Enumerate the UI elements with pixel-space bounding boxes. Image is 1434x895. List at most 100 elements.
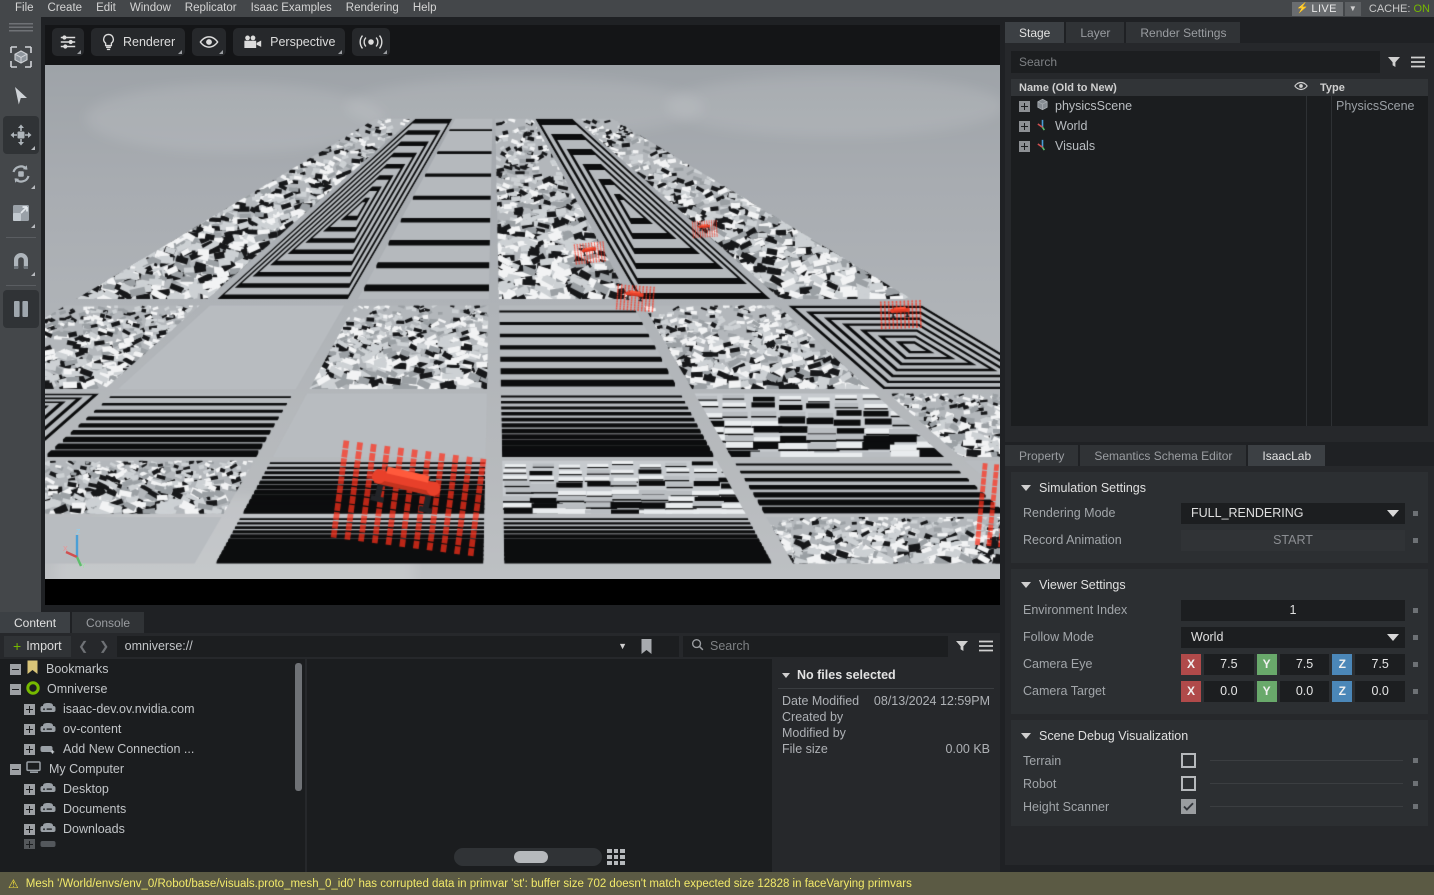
viewport-3d[interactable]: Z X Y Renderer Perspective	[45, 25, 1000, 605]
play-pause-tool[interactable]	[2, 290, 39, 328]
stage-search-input[interactable]: Search	[1011, 50, 1380, 73]
expand-icon[interactable]	[24, 839, 35, 849]
tree-item-documents[interactable]: Documents	[0, 799, 305, 819]
file-info-header[interactable]: No files selected	[778, 665, 994, 689]
stage-row-physicsscene[interactable]: physicsScene PhysicsScene	[1011, 96, 1428, 116]
menu-item-edit[interactable]: Edit	[89, 0, 123, 17]
live-dropdown-button[interactable]: ▼	[1344, 1, 1361, 16]
collapse-icon[interactable]	[10, 663, 21, 675]
visibility-button[interactable]	[192, 28, 227, 56]
height-scanner-checkbox[interactable]	[1181, 799, 1196, 814]
camera-eye-z-input[interactable]: 7.5	[1355, 653, 1406, 675]
row-menu-dot[interactable]	[1413, 781, 1418, 786]
grid-view-icon[interactable]	[607, 849, 625, 865]
collapse-icon[interactable]	[10, 763, 21, 775]
tab-property[interactable]: Property	[1005, 445, 1079, 466]
tree-item-ov-content[interactable]: ov-content	[0, 719, 305, 739]
tree-item-isaac-dev[interactable]: isaac-dev.ov.nvidia.com	[0, 699, 305, 719]
renderer-button[interactable]: Renderer	[91, 28, 186, 56]
record-animation-start-button[interactable]: START	[1181, 529, 1405, 551]
expand-icon[interactable]	[1019, 100, 1030, 112]
sensor-button[interactable]	[352, 28, 391, 56]
viewport-settings-button[interactable]	[52, 28, 84, 56]
content-search-input[interactable]: Search	[683, 635, 948, 657]
tree-item-add-new-connection[interactable]: Add New Connection ...	[0, 739, 305, 759]
pointer-tool[interactable]	[3, 77, 39, 115]
scale-tool[interactable]	[3, 194, 39, 232]
expand-icon[interactable]	[24, 783, 35, 795]
tab-semantics-schema-editor[interactable]: Semantics Schema Editor	[1080, 445, 1247, 466]
row-menu-dot[interactable]	[1413, 607, 1418, 613]
tree-item-my-computer[interactable]: My Computer	[0, 759, 305, 779]
row-menu-dot[interactable]	[1413, 758, 1418, 763]
stage-row-world[interactable]: World	[1011, 116, 1428, 136]
select-bounds-tool[interactable]	[3, 38, 39, 76]
follow-mode-dropdown[interactable]: World	[1181, 626, 1405, 648]
row-menu-dot[interactable]	[1413, 634, 1418, 640]
thumbnail-size-slider[interactable]	[454, 848, 602, 866]
tree-item-bookmarks[interactable]: Bookmarks	[0, 659, 305, 679]
expand-icon[interactable]	[1019, 120, 1030, 132]
content-tree[interactable]: Bookmarks Omniverse isaac-dev.ov.nvidia.…	[0, 659, 305, 872]
expand-icon[interactable]	[24, 723, 35, 735]
tree-item-partial[interactable]	[0, 839, 305, 849]
section-header[interactable]: Scene Debug Visualization	[1011, 726, 1428, 749]
section-header[interactable]: Simulation Settings	[1011, 478, 1428, 501]
robot-checkbox[interactable]	[1181, 776, 1196, 791]
snap-tool[interactable]	[3, 242, 39, 280]
terrain-checkbox[interactable]	[1181, 753, 1196, 768]
menu-item-isaac-examples[interactable]: Isaac Examples	[244, 0, 339, 17]
camera-eye-x-input[interactable]: 7.5	[1204, 653, 1254, 675]
tab-console[interactable]: Console	[72, 612, 145, 633]
rotate-tool[interactable]	[3, 155, 39, 193]
row-menu-dot[interactable]	[1413, 537, 1418, 543]
camera-target-z-input[interactable]: 0.0	[1355, 680, 1406, 702]
camera-target-x-input[interactable]: 0.0	[1204, 680, 1254, 702]
stage-tree[interactable]: physicsScene PhysicsScene World Visuals	[1011, 96, 1428, 426]
menu-item-create[interactable]: Create	[41, 0, 90, 17]
menu-item-replicator[interactable]: Replicator	[178, 0, 244, 17]
expand-icon[interactable]	[24, 803, 35, 815]
rendering-mode-dropdown[interactable]: FULL_RENDERING	[1181, 502, 1405, 524]
expand-icon[interactable]	[24, 703, 35, 715]
chevron-down-icon[interactable]: ▼	[618, 641, 627, 651]
toolbar-drag-handle[interactable]	[8, 23, 33, 32]
section-header[interactable]: Viewer Settings	[1011, 575, 1428, 598]
stage-options-button[interactable]	[1408, 52, 1428, 72]
row-menu-dot[interactable]	[1413, 804, 1418, 809]
menu-item-file[interactable]: File	[8, 0, 41, 17]
bookmark-icon[interactable]	[640, 638, 653, 658]
camera-button[interactable]: Perspective	[233, 28, 346, 56]
content-tree-scrollbar[interactable]	[295, 663, 302, 791]
slider-knob[interactable]	[514, 851, 548, 863]
camera-target-y-input[interactable]: 0.0	[1279, 680, 1330, 702]
tab-content[interactable]: Content	[0, 612, 71, 633]
camera-eye-y-input[interactable]: 7.5	[1279, 653, 1330, 675]
content-options-button[interactable]	[976, 636, 996, 656]
path-input[interactable]: omniverse:// ▼	[116, 635, 679, 658]
tab-isaaclab[interactable]: IsaacLab	[1248, 445, 1326, 466]
expand-icon[interactable]	[1019, 140, 1030, 152]
menu-item-window[interactable]: Window	[123, 0, 178, 17]
expand-icon[interactable]	[24, 743, 35, 755]
environment-index-input[interactable]: 1	[1181, 599, 1405, 621]
content-file-grid[interactable]	[305, 659, 772, 872]
stage-filter-button[interactable]	[1384, 52, 1404, 72]
content-filter-button[interactable]	[952, 636, 972, 656]
import-button[interactable]: + Import	[4, 635, 71, 657]
tree-item-downloads[interactable]: Downloads	[0, 819, 305, 839]
tab-layer[interactable]: Layer	[1066, 22, 1125, 43]
live-button[interactable]: ⚡ LIVE	[1291, 1, 1343, 16]
tree-item-desktop[interactable]: Desktop	[0, 779, 305, 799]
forward-button[interactable]: ❯	[96, 636, 113, 657]
menu-item-help[interactable]: Help	[406, 0, 444, 17]
back-button[interactable]: ❮	[75, 636, 92, 657]
tab-render-settings[interactable]: Render Settings	[1126, 22, 1241, 43]
expand-icon[interactable]	[24, 823, 35, 835]
move-tool[interactable]	[2, 116, 39, 154]
row-menu-dot[interactable]	[1413, 688, 1418, 694]
stage-row-visuals[interactable]: Visuals	[1011, 136, 1428, 156]
collapse-icon[interactable]	[10, 683, 21, 695]
eye-icon[interactable]	[1294, 81, 1308, 94]
menu-item-rendering[interactable]: Rendering	[339, 0, 406, 17]
